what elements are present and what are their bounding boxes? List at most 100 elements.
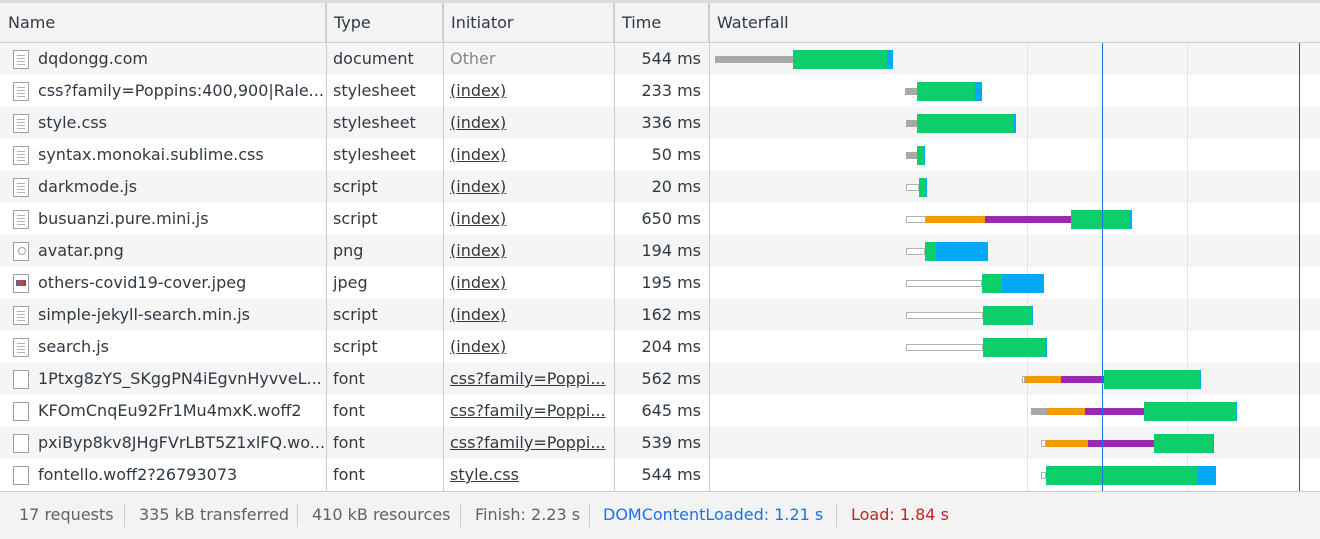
waterfall-segment-dns xyxy=(1047,408,1085,415)
column-divider xyxy=(326,3,327,491)
request-type: stylesheet xyxy=(333,145,416,164)
request-time: 544 ms xyxy=(641,49,701,68)
waterfall-segment-download xyxy=(1032,306,1033,325)
waterfall-segment-download xyxy=(1014,114,1016,133)
initiator-link[interactable]: css?family=Poppi... xyxy=(450,401,606,420)
request-initiator: (index) xyxy=(443,203,614,235)
request-type: png xyxy=(333,241,364,260)
domcontentloaded-time: DOMContentLoaded: 1.21 s xyxy=(603,505,824,524)
waterfall-segment-stalled xyxy=(905,88,917,95)
transferred-size: 335 kB transferred xyxy=(139,505,290,524)
waterfall-bar[interactable] xyxy=(709,434,1320,453)
request-name: fontello.woff2?26793073 xyxy=(38,465,238,484)
request-initiator: (index) xyxy=(443,171,614,203)
status-divider xyxy=(297,504,298,527)
column-header-initiator[interactable]: Initiator xyxy=(443,3,614,42)
waterfall-bar[interactable] xyxy=(709,402,1320,421)
waterfall-bar[interactable] xyxy=(709,466,1320,485)
status-divider xyxy=(124,504,125,527)
request-initiator: (index) xyxy=(443,235,614,267)
request-type: script xyxy=(333,209,378,228)
waterfall-segment-dns xyxy=(926,216,985,223)
waterfall-segment-waiting xyxy=(917,146,924,165)
waterfall-bar[interactable] xyxy=(709,114,1320,133)
waterfall-segment-download xyxy=(924,146,925,165)
initiator-link[interactable]: (index) xyxy=(450,305,506,324)
waterfall-gridline xyxy=(1187,43,1188,491)
column-header-name[interactable]: Name xyxy=(0,3,326,42)
waterfall-segment-download xyxy=(1045,338,1047,357)
initiator-link[interactable]: style.css xyxy=(450,465,519,484)
request-time: 650 ms xyxy=(641,209,701,228)
waterfall-segment-waiting xyxy=(983,338,1045,357)
request-name: busuanzi.pure.mini.js xyxy=(38,209,209,228)
waterfall-segment-download xyxy=(1200,370,1201,389)
initiator-link[interactable]: (index) xyxy=(450,113,506,132)
request-time: 645 ms xyxy=(641,401,701,420)
waterfall-segment-queueing xyxy=(906,344,983,351)
waterfall-bar[interactable] xyxy=(709,210,1320,229)
waterfall-segment-stalled xyxy=(906,152,917,159)
waterfall-segment-waiting xyxy=(919,178,926,197)
waterfall-bar[interactable] xyxy=(709,338,1320,357)
request-time: 194 ms xyxy=(641,241,701,260)
waterfall-segment-queueing xyxy=(906,248,925,255)
request-time: 336 ms xyxy=(641,113,701,132)
waterfall-segment-download xyxy=(936,242,988,261)
request-time: 50 ms xyxy=(651,145,701,164)
initiator-link[interactable]: (index) xyxy=(450,273,506,292)
domcontentloaded-marker xyxy=(1102,43,1103,491)
waterfall-bar[interactable] xyxy=(709,82,1320,101)
request-name: syntax.monokai.sublime.css xyxy=(38,145,264,164)
waterfall-bar[interactable] xyxy=(709,306,1320,325)
request-type: font xyxy=(333,401,365,420)
request-name: style.css xyxy=(38,113,107,132)
waterfall-segment-stalled xyxy=(715,56,793,63)
request-name: dqdongg.com xyxy=(38,49,148,68)
initiator-link[interactable]: (index) xyxy=(450,145,506,164)
initiator-link[interactable]: (index) xyxy=(450,177,506,196)
request-initiator: (index) xyxy=(443,299,614,331)
waterfall-bar[interactable] xyxy=(709,242,1320,261)
waterfall-bar[interactable] xyxy=(709,274,1320,293)
request-initiator: (index) xyxy=(443,139,614,171)
column-divider xyxy=(443,3,444,491)
request-type: font xyxy=(333,433,365,452)
waterfall-segment-download xyxy=(1198,466,1216,485)
waterfall-bar[interactable] xyxy=(709,50,1320,69)
waterfall-segment-download xyxy=(1002,274,1044,293)
request-time: 233 ms xyxy=(641,81,701,100)
request-type: script xyxy=(333,305,378,324)
request-initiator: style.css xyxy=(443,459,614,491)
waterfall-segment-waiting xyxy=(1104,370,1200,389)
status-divider xyxy=(589,504,590,527)
initiator-link[interactable]: css?family=Poppi... xyxy=(450,433,606,452)
request-type: script xyxy=(333,337,378,356)
initiator-link[interactable]: css?family=Poppi... xyxy=(450,369,606,388)
column-header-time[interactable]: Time xyxy=(614,3,709,42)
initiator-link[interactable]: (index) xyxy=(450,209,506,228)
request-name: search.js xyxy=(38,337,110,356)
initiator-link[interactable]: (index) xyxy=(450,337,506,356)
waterfall-segment-waiting xyxy=(1071,210,1130,229)
initiator-link[interactable]: (index) xyxy=(450,241,506,260)
waterfall-segment-download xyxy=(1213,434,1214,453)
waterfall-segment-queueing xyxy=(906,280,982,287)
waterfall-segment-ssl xyxy=(1088,440,1154,447)
request-type: stylesheet xyxy=(333,113,416,132)
waterfall-bar[interactable] xyxy=(709,178,1320,197)
request-name: 1Ptxg8zYS_SKggPN4iEgvnHyvveL... xyxy=(38,369,322,388)
waterfall-bar[interactable] xyxy=(709,370,1320,389)
waterfall-segment-waiting xyxy=(1154,434,1213,453)
column-header-waterfall[interactable]: Waterfall xyxy=(709,3,1320,42)
waterfall-bar[interactable] xyxy=(709,146,1320,165)
request-time: 562 ms xyxy=(641,369,701,388)
request-initiator: css?family=Poppi... xyxy=(443,427,614,459)
waterfall-segment-waiting xyxy=(925,242,936,261)
waterfall-segment-waiting xyxy=(1046,466,1198,485)
initiator-link[interactable]: (index) xyxy=(450,81,506,100)
waterfall-segment-ssl xyxy=(1061,376,1104,383)
waterfall-segment-queueing xyxy=(906,184,919,191)
column-header-type[interactable]: Type xyxy=(326,3,443,42)
waterfall-segment-queueing xyxy=(906,216,926,223)
